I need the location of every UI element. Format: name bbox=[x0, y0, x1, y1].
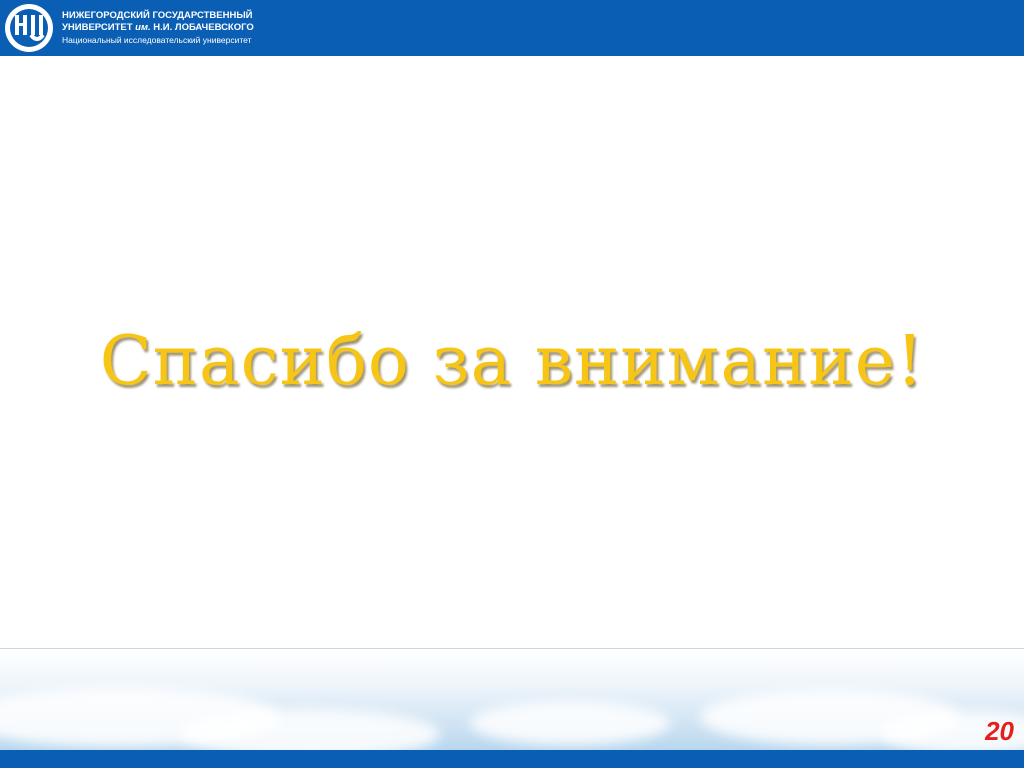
university-name-line2-prefix: УНИВЕРСИТЕТ bbox=[62, 22, 136, 33]
page-number: 20 bbox=[985, 716, 1014, 746]
university-name: НИЖЕГОРОДСКИЙ ГОСУДАРСТВЕННЫЙ УНИВЕРСИТЕ… bbox=[62, 10, 254, 46]
header-bar: НИЖЕГОРОДСКИЙ ГОСУДАРСТВЕННЫЙ УНИВЕРСИТЕ… bbox=[0, 0, 1024, 56]
slide-title: Спасибо за внимание! bbox=[99, 322, 925, 401]
cloud-decoration bbox=[180, 709, 440, 751]
university-name-line1: НИЖЕГОРОДСКИЙ ГОСУДАРСТВЕННЫЙ bbox=[62, 10, 253, 21]
bottom-bar bbox=[0, 750, 1024, 768]
cloud-decoration bbox=[470, 701, 670, 745]
footer-sky-banner bbox=[0, 648, 1024, 751]
university-name-line2: УНИВЕРСИТЕТ им. Н.И. ЛОБАЧЕВСКОГО bbox=[62, 22, 254, 34]
university-logo-icon bbox=[5, 4, 53, 52]
university-subtitle: Национальный исследовательский университ… bbox=[62, 35, 252, 45]
university-name-line2-suffix: Н.И. ЛОБАЧЕВСКОГО bbox=[150, 22, 254, 33]
university-name-line2-im: им. bbox=[135, 22, 151, 33]
